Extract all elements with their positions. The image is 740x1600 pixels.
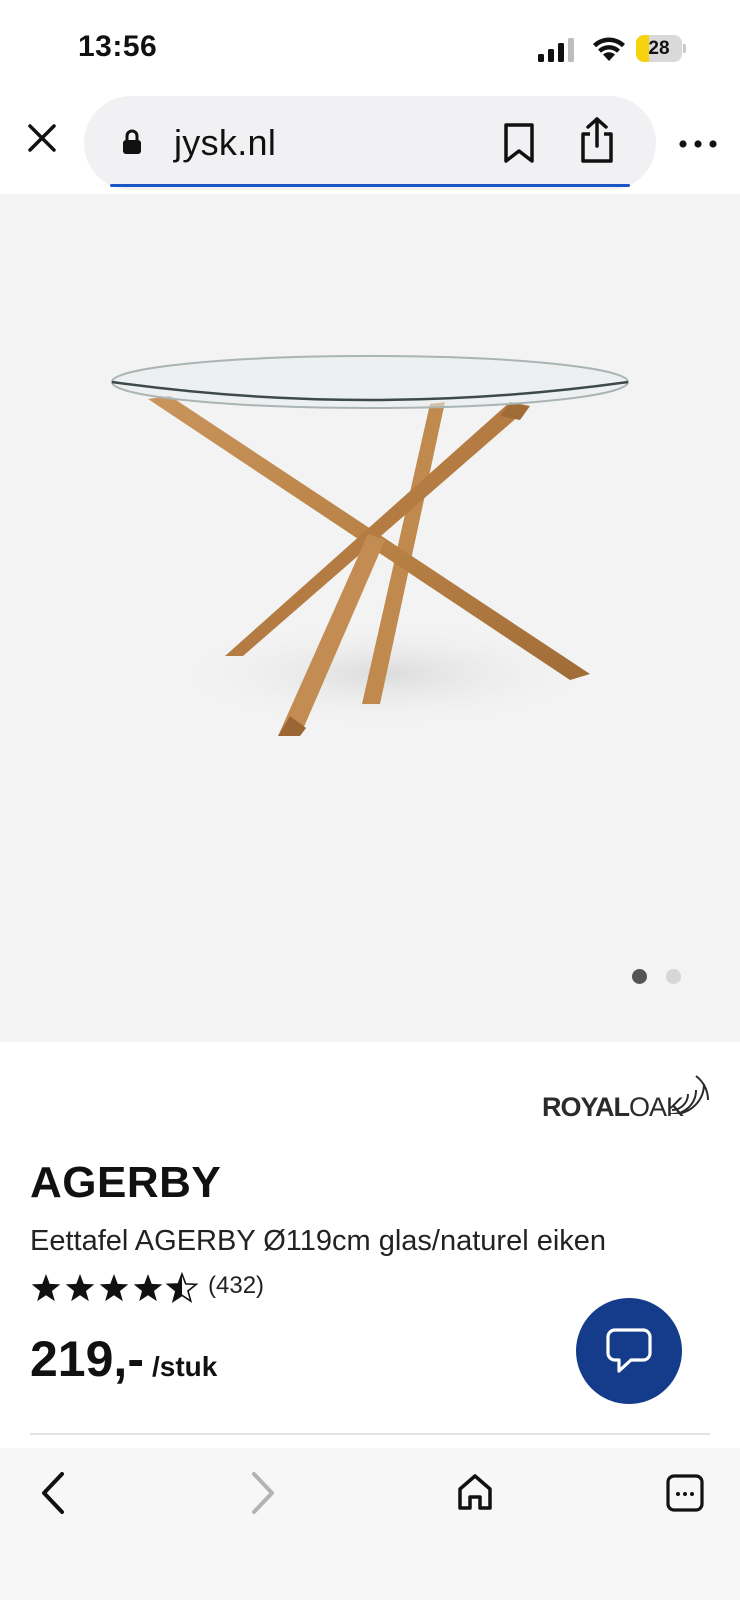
rating-stars-icon: [31, 1272, 199, 1303]
url-text[interactable]: jysk.nl: [174, 122, 276, 164]
battery-level: 28: [648, 38, 670, 59]
star-full-icon: [99, 1274, 129, 1302]
cellular-signal-icon: [538, 38, 574, 62]
star-full-icon: [31, 1274, 61, 1302]
brand-logo-bold: ROYAL: [542, 1092, 630, 1122]
star-full-icon: [133, 1274, 163, 1302]
star-full-icon: [65, 1274, 95, 1302]
product-image-carousel[interactable]: [0, 194, 740, 1042]
url-bar[interactable]: jysk.nl: [84, 96, 656, 190]
status-bar: 13:56 28: [0, 0, 740, 96]
battery-indicator: 28: [636, 35, 686, 62]
lock-icon: [123, 129, 141, 154]
back-arrow-icon[interactable]: [38, 1470, 68, 1516]
browser-toolbar: [0, 1448, 740, 1600]
carousel-dot-2[interactable]: [666, 969, 681, 984]
price-value: 219,-: [30, 1331, 144, 1387]
status-time: 13:56: [78, 30, 158, 63]
forward-arrow-icon[interactable]: [248, 1470, 278, 1516]
carousel-pagination: [632, 969, 692, 985]
chat-bubble-icon: [606, 1328, 652, 1373]
section-divider: [30, 1433, 710, 1435]
tabs-icon[interactable]: [666, 1474, 704, 1512]
page-load-progress: [110, 184, 630, 187]
product-photo-dining-table: [111, 355, 629, 736]
bookmark-icon[interactable]: [502, 122, 536, 164]
carousel-dot-1[interactable]: [632, 969, 647, 984]
more-icon[interactable]: [678, 136, 718, 152]
brand-logo-text: ROYALOAK: [542, 1092, 684, 1123]
brand-logo: ROYALOAK: [542, 1070, 712, 1123]
product-description: Eettafel AGERBY Ø119cm glas/naturel eike…: [30, 1225, 607, 1257]
product-price: 219,-/stuk: [30, 1330, 217, 1388]
product-name: AGERBY: [30, 1158, 222, 1207]
battery-body: 28: [636, 35, 682, 62]
share-icon[interactable]: [578, 116, 616, 164]
close-icon[interactable]: [22, 118, 62, 158]
battery-cap: [683, 44, 686, 53]
price-unit: /stuk: [151, 1351, 218, 1382]
home-icon[interactable]: [456, 1472, 494, 1512]
chat-button[interactable]: [576, 1298, 682, 1404]
wifi-icon: [593, 37, 625, 61]
brand-logo-arcs-icon: [670, 1075, 709, 1114]
review-count[interactable]: (432): [208, 1272, 264, 1300]
browser-address-row: jysk.nl: [0, 96, 740, 194]
